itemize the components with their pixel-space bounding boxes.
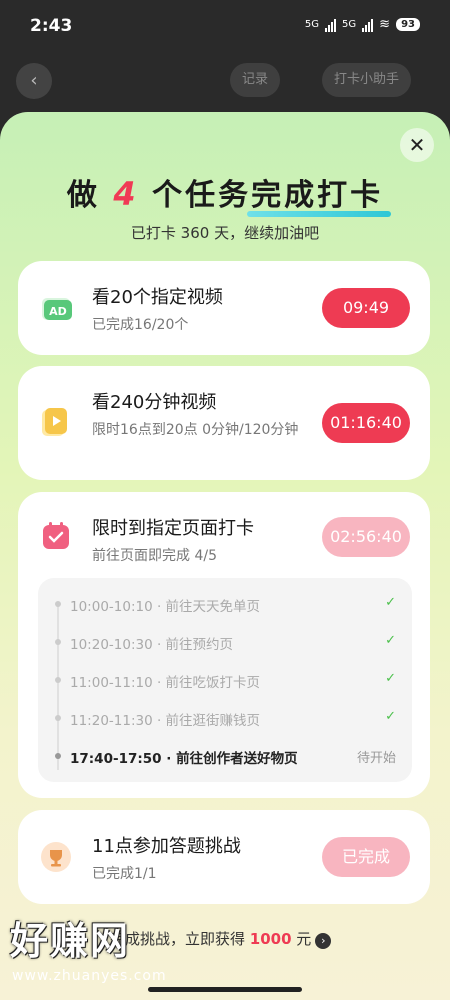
close-icon: ✕ <box>408 133 426 157</box>
network-label-2: 5G <box>342 19 357 30</box>
checkin-days: 已打卡 360 天，继续加油吧 <box>130 224 320 242</box>
schedule-text: 11:20-11:30 · 前往逛街赚钱页 <box>70 713 261 729</box>
watermark-url: www.zhuanyes.com <box>12 968 167 984</box>
timeline-dot <box>55 715 61 721</box>
task-timer-button[interactable]: 02:56:40 <box>322 517 410 557</box>
close-button[interactable]: ✕ <box>400 128 434 162</box>
signal-icon-2 <box>362 18 374 32</box>
calendar-check-icon <box>43 522 69 549</box>
schedule-item[interactable]: 11:20-11:30 · 前往逛街赚钱页 ✓ <box>38 700 412 738</box>
signal-icon <box>325 18 337 32</box>
schedule-item[interactable]: 11:00-11:10 · 前往吃饭打卡页 ✓ <box>38 662 412 700</box>
schedule-item[interactable]: 10:20-10:30 · 前往预约页 ✓ <box>38 624 412 662</box>
trophy-icon <box>41 842 71 872</box>
ad-icon: AD <box>42 298 72 320</box>
status-icons: 5G 5G ≋ 93 <box>305 17 420 32</box>
schedule-text: 11:00-11:10 · 前往吃饭打卡页 <box>70 675 261 691</box>
page-title: 做 4 个任务完成打卡 <box>0 170 450 214</box>
video-icon <box>42 408 67 436</box>
task-timer-button[interactable]: 01:16:40 <box>322 403 410 443</box>
task-count: 4 <box>113 175 139 213</box>
watermark: 好赚网 www.zhuanyes.com <box>10 910 200 990</box>
task-title: 11点参加答题挑战 <box>92 836 241 857</box>
task-timer-button[interactable]: 09:49 <box>322 288 410 328</box>
check-icon: ✓ <box>385 709 396 724</box>
timeline-dot <box>55 677 61 683</box>
schedule-list: 10:00-10:10 · 前往天天免单页 ✓ 10:20-10:30 · 前往… <box>38 578 412 782</box>
schedule-text: 17:40-17:50 · 前往创作者送好物页 <box>70 751 298 767</box>
background-nav: ‹ 记录 打卡小助手 <box>0 52 450 112</box>
timeline-dot <box>55 639 61 645</box>
back-button[interactable]: ‹ <box>16 63 52 99</box>
pending-status: 待开始 <box>356 751 396 766</box>
check-icon: ✓ <box>385 633 396 648</box>
task-card-pages: 限时到指定页面打卡 前往页面即完成 4/5 02:56:40 10:00-10:… <box>18 492 430 798</box>
task-card-videos: AD 看20个指定视频 已完成16/20个 09:49 <box>18 261 430 355</box>
title-middle: 个任务 <box>152 178 252 213</box>
schedule-item[interactable]: 17:40-17:50 · 前往创作者送好物页 待开始 <box>38 738 412 776</box>
timeline-dot <box>55 753 61 759</box>
check-icon: ✓ <box>385 671 396 686</box>
checkin-sheet: ✕ 做 4 个任务完成打卡 已打卡 360 天，继续加油吧 AD 看20个指定视… <box>0 112 450 1000</box>
status-time: 2:43 <box>30 16 73 36</box>
reward-amount: 1000 <box>249 930 292 948</box>
network-label-1: 5G <box>304 19 320 30</box>
timeline-dot <box>55 601 61 607</box>
task-title: 看20个指定视频 <box>92 287 223 308</box>
task-progress: 限时16点到20点 0分钟/120分钟 <box>92 422 299 438</box>
status-bar: 2:43 5G 5G ≋ 93 <box>0 0 450 52</box>
check-icon: ✓ <box>385 595 396 610</box>
battery-indicator: 93 <box>396 18 420 31</box>
wifi-icon: ≋ <box>379 17 391 32</box>
record-pill-label: 记录 <box>242 72 269 87</box>
helper-pill[interactable]: 打卡小助手 <box>322 63 412 97</box>
task-progress: 已完成16/20个 <box>92 317 189 333</box>
task-progress: 前往页面即完成 4/5 <box>92 548 217 564</box>
task-title: 限时到指定页面打卡 <box>92 518 254 539</box>
home-indicator[interactable] <box>148 987 302 992</box>
task-card-quiz: 11点参加答题挑战 已完成1/1 已完成 <box>18 810 430 904</box>
watermark-brand: 好赚网 <box>10 919 131 963</box>
task-card-minutes: 看240分钟视频 限时16点到20点 0分钟/120分钟 01:16:40 <box>18 366 430 480</box>
chevron-right-icon: › <box>315 933 332 949</box>
task-title: 看240分钟视频 <box>92 392 217 413</box>
completed-button[interactable]: 已完成 <box>322 837 410 877</box>
helper-pill-label: 打卡小助手 <box>334 72 400 87</box>
reward-suffix: 元 <box>291 930 312 948</box>
schedule-text: 10:20-10:30 · 前往预约页 <box>70 637 234 653</box>
record-pill[interactable]: 记录 <box>230 63 281 97</box>
title-prefix: 做 <box>66 178 100 213</box>
svg-text:AD: AD <box>49 305 67 318</box>
schedule-text: 10:00-10:10 · 前往天天免单页 <box>70 599 261 615</box>
schedule-item[interactable]: 10:00-10:10 · 前往天天免单页 ✓ <box>38 586 412 624</box>
title-highlight: 完成打卡 <box>251 178 384 213</box>
task-progress: 已完成1/1 <box>92 866 157 882</box>
